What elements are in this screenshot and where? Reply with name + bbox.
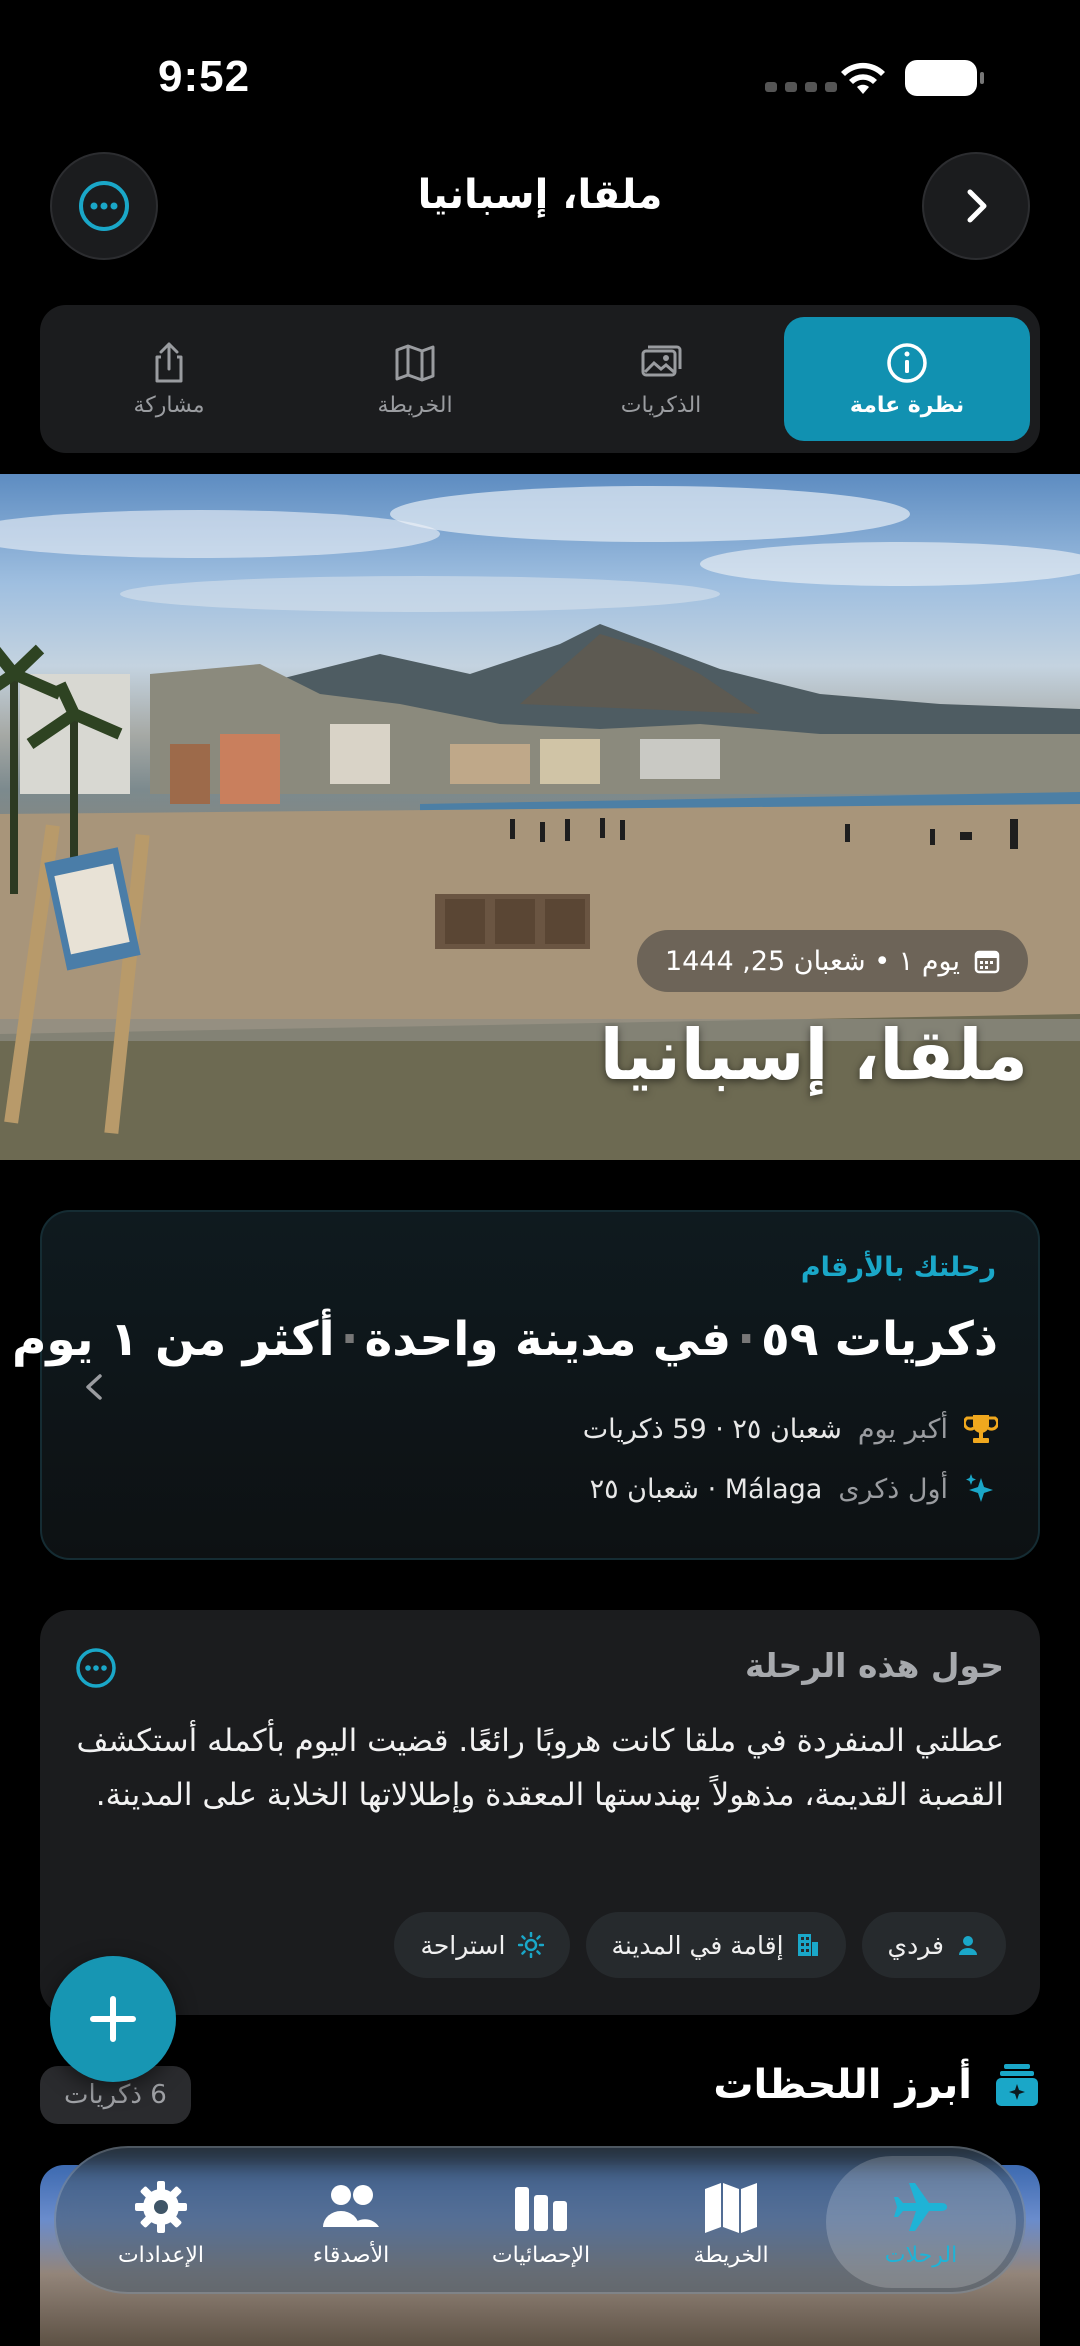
best-day-key: أكبر يوم — [857, 1413, 948, 1445]
tab-map-label: الخريطة — [377, 392, 453, 418]
tab-overview[interactable]: نظرة عامة — [784, 317, 1030, 441]
tab-map[interactable]: الخريطة — [292, 317, 538, 441]
chart-icon — [515, 2186, 567, 2231]
stats-memories: ذكريات ٥٩ — [761, 1312, 998, 1367]
gear-icon — [135, 2180, 187, 2233]
stats-days: أكثر من ١ يوم — [11, 1312, 335, 1367]
tag-chip[interactable]: فردي — [861, 1912, 1006, 1978]
sparkles-icon — [966, 1474, 993, 1502]
person-icon — [959, 1936, 977, 1955]
trophy-icon — [964, 1415, 998, 1443]
tab-map-nav-label: الخريطة — [693, 2242, 769, 2268]
map-icon — [395, 344, 435, 381]
battery-icon — [905, 60, 984, 96]
bottom-tab-bar: الرحلات الخريطة الإحصائيات الأصدقاء الإع… — [54, 2146, 1026, 2294]
first-memory-row: أول ذكرى Málaga · شعبان ٢٥ — [590, 1472, 998, 1506]
ellipsis-circle-icon — [79, 181, 129, 231]
highlights-title: أبرز اللحظات — [713, 2062, 972, 2108]
photos-icon — [641, 345, 682, 376]
trip-stats-card[interactable]: رحلتك بالأرقام ذكريات ٥٩·في مدينة واحدة·… — [12, 1210, 1040, 1560]
tab-stats-label: الإحصائيات — [491, 2242, 591, 2268]
more-options-button[interactable] — [50, 152, 158, 260]
tab-stats[interactable]: الإحصائيات — [446, 2148, 636, 2296]
tab-share-label: مشاركة — [133, 392, 205, 418]
trip-tabs: نظرة عامة الذكريات الخريطة مشاركة — [40, 305, 1040, 453]
building-icon — [797, 1934, 818, 1956]
tab-memories-label: الذكريات — [620, 392, 702, 418]
page-title: ملقا، إسبانيا — [417, 172, 663, 218]
tab-settings-label: الإعدادات — [117, 2242, 205, 2268]
ellipsis-circle-icon[interactable] — [74, 1646, 118, 1690]
calendar-icon — [974, 950, 1000, 974]
tab-share[interactable]: مشاركة — [46, 317, 292, 441]
separator-dot: · — [340, 1312, 359, 1367]
tag-label: فردي — [887, 1930, 944, 1960]
stats-label: رحلتك بالأرقام — [800, 1252, 996, 1283]
trip-date: يوم ١ • شعبان 25, 1444 — [664, 945, 960, 977]
trip-tags: فردي إقامة في المدينة استراحة — [394, 1912, 1006, 1978]
info-icon — [887, 342, 927, 383]
about-body: عطلتي المنفردة في ملقا كانت هروبًا رائعً… — [76, 1723, 1004, 1813]
highlights-stack-icon — [996, 2064, 1038, 2106]
separator-dot: · — [737, 1312, 756, 1367]
stats-headline: ذكريات ٥٩·في مدينة واحدة·أكثر من ١ يوم — [12, 1312, 998, 1367]
hero-photo[interactable]: يوم ١ • شعبان 25, 1444 ملقا، إسبانيا — [0, 474, 1080, 1160]
tab-trips[interactable]: الرحلات — [826, 2156, 1016, 2288]
about-title: حول هذه الرحلة — [744, 1646, 1004, 1685]
best-day-value: شعبان ٢٥ · 59 ذكريات — [582, 1413, 842, 1445]
tab-friends-label: الأصدقاء — [312, 2242, 390, 2268]
cellular-icon — [765, 82, 837, 92]
share-icon — [155, 342, 183, 382]
tab-settings[interactable]: الإعدادات — [66, 2148, 256, 2296]
sun-icon — [517, 1932, 544, 1958]
best-day-row: أكبر يوم شعبان ٢٥ · 59 ذكريات — [583, 1412, 998, 1446]
tab-memories[interactable]: الذكريات — [538, 317, 784, 441]
tab-map-nav[interactable]: الخريطة — [636, 2148, 826, 2296]
status-time: 9:52 — [158, 52, 251, 101]
people-icon — [323, 2184, 379, 2227]
status-bar: 9:52 — [0, 0, 1080, 150]
hero-title: ملقا، إسبانيا — [599, 1014, 1028, 1096]
tag-label: إقامة في المدينة — [611, 1930, 784, 1960]
chevron-right-icon — [967, 189, 987, 223]
trip-date-chip: يوم ١ • شعبان 25, 1444 — [636, 930, 1028, 992]
first-memory-value: Málaga · شعبان ٢٥ — [589, 1473, 823, 1505]
about-trip-card: حول هذه الرحلة عطلتي المنفردة في ملقا كا… — [40, 1610, 1040, 2015]
highlights-header: أبرز اللحظات — [713, 2062, 1040, 2108]
airplane-icon — [894, 2182, 947, 2231]
map-icon — [705, 2182, 757, 2233]
stats-cities: في مدينة واحدة — [364, 1312, 732, 1367]
forward-button[interactable] — [922, 152, 1030, 260]
chevron-left-icon — [86, 1374, 102, 1400]
tab-trips-label: الرحلات — [884, 2242, 958, 2268]
plus-icon — [90, 1996, 136, 2042]
add-memory-button[interactable] — [50, 1956, 176, 2082]
tag-chip[interactable]: إقامة في المدينة — [585, 1912, 846, 1978]
first-memory-key: أول ذكرى — [838, 1473, 948, 1505]
wifi-icon — [841, 62, 885, 94]
tag-label: استراحة — [420, 1930, 506, 1960]
tab-overview-label: نظرة عامة — [849, 392, 965, 418]
tag-chip[interactable]: استراحة — [394, 1912, 570, 1978]
tab-friends[interactable]: الأصدقاء — [256, 2148, 446, 2296]
